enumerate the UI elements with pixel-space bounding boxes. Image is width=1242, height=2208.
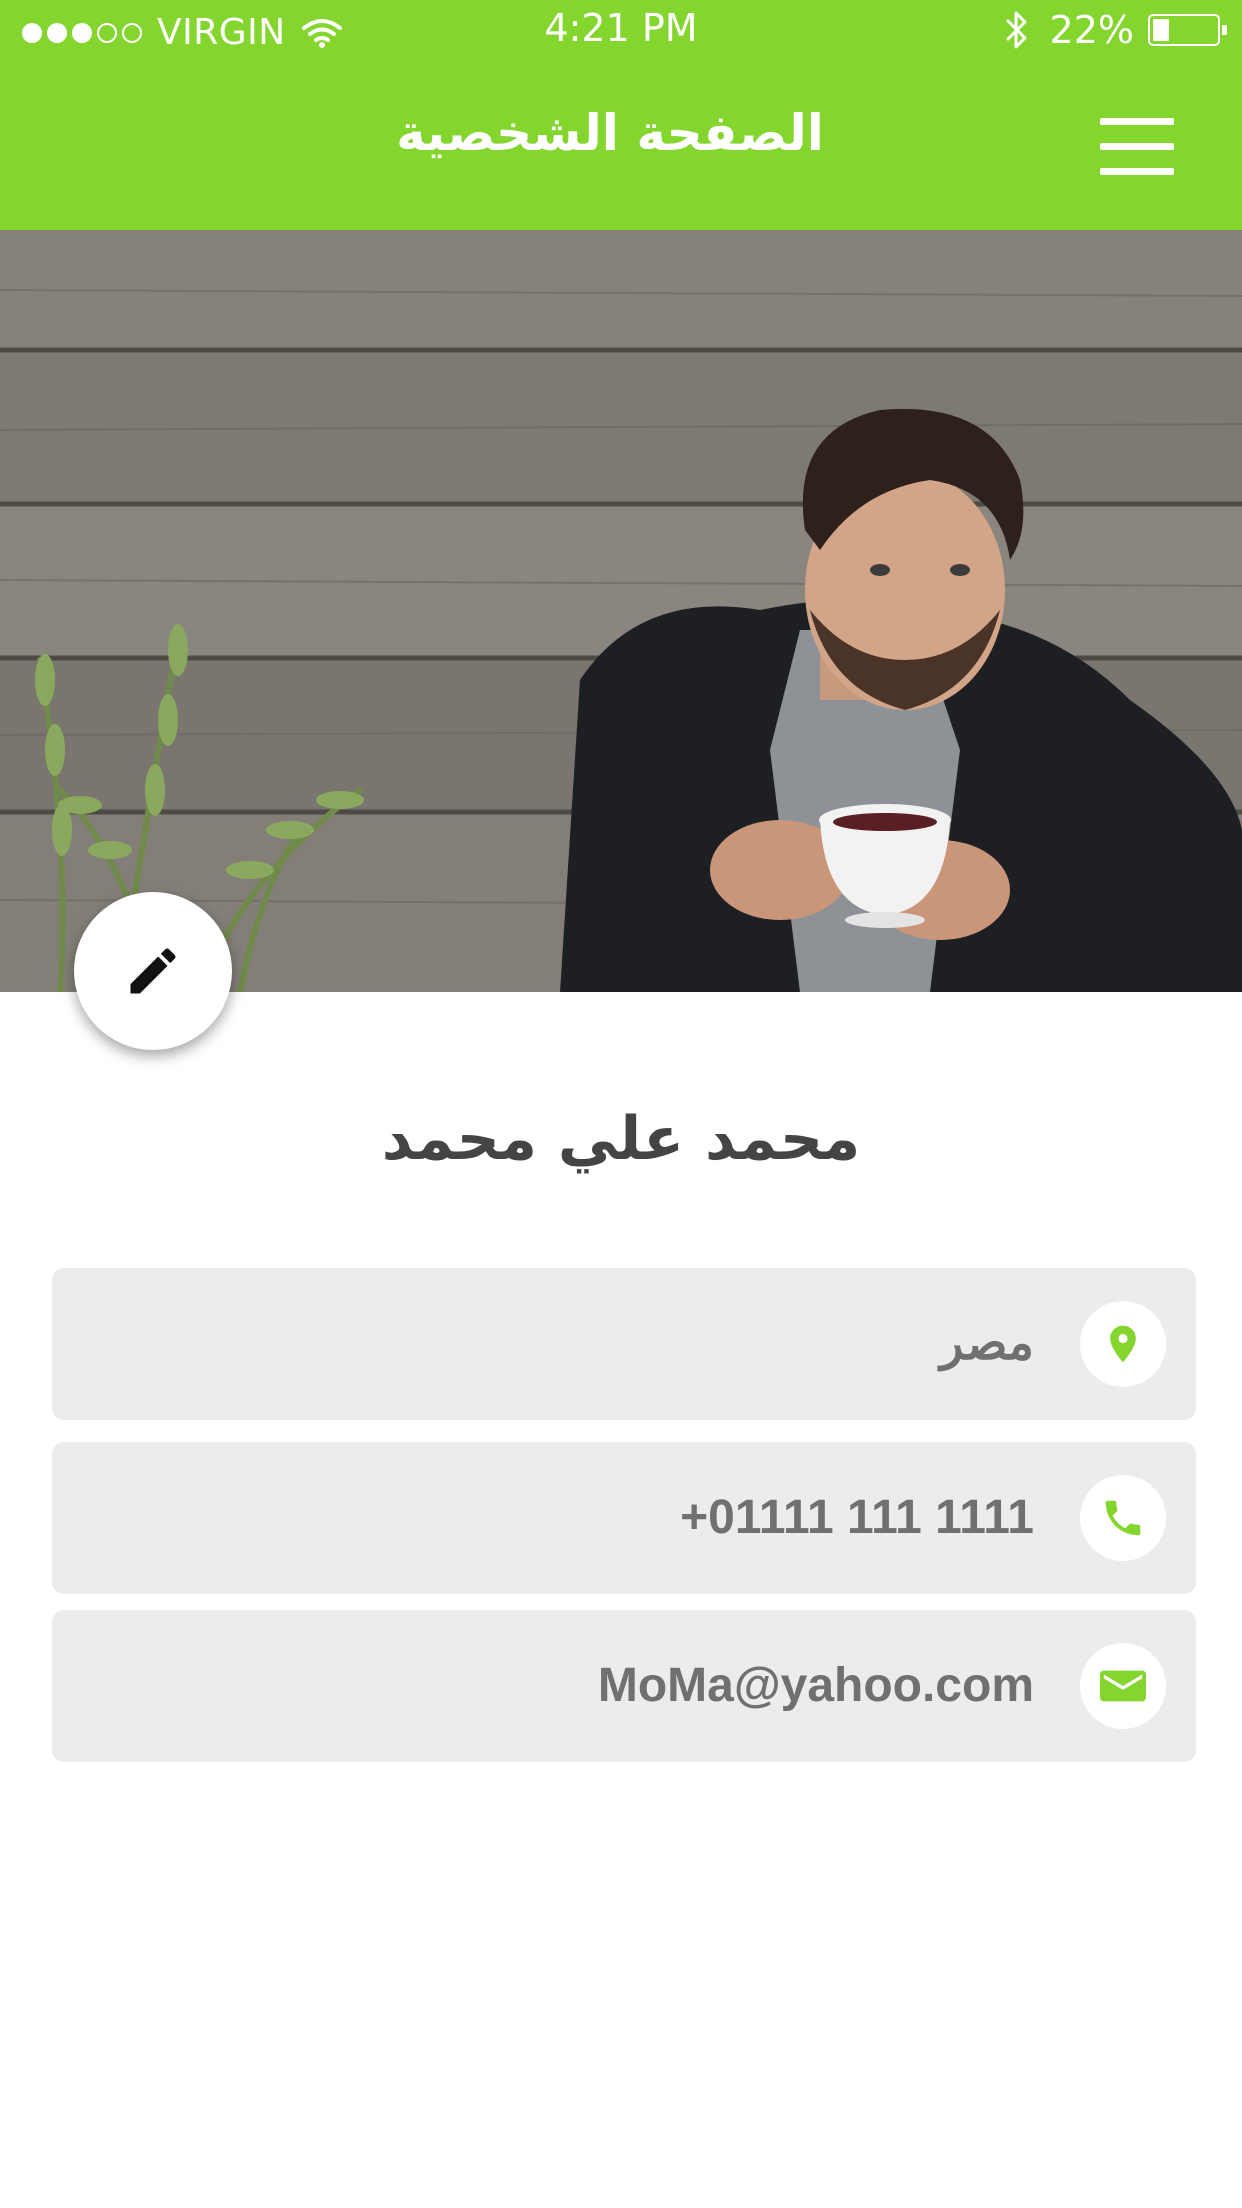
phone-icon	[1080, 1475, 1166, 1561]
email-icon	[1080, 1643, 1166, 1729]
pencil-icon	[130, 948, 176, 994]
phone-value: +01111 111 1111	[680, 1491, 1034, 1544]
profile-screen: VIRGIN 4:21 PM 22% الصفحة الشخصية محمد ع…	[0, 0, 1242, 2208]
battery-icon	[1148, 14, 1227, 46]
email-row: MoMa@yahoo.com	[52, 1610, 1196, 1762]
status-bar: VIRGIN 4:21 PM 22%	[0, 0, 1242, 60]
page-title: الصفحة الشخصية	[396, 104, 824, 162]
edit-profile-button[interactable]	[74, 892, 232, 1050]
status-right: 22%	[1004, 8, 1227, 52]
app-header: VIRGIN 4:21 PM 22% الصفحة الشخصية	[0, 0, 1242, 230]
location-row: مصر	[52, 1268, 1196, 1420]
profile-name: محمد علي محمد	[381, 1104, 861, 1174]
location-value: مصر	[940, 1317, 1034, 1370]
phone-row: +01111 111 1111	[52, 1442, 1196, 1594]
email-value: MoMa@yahoo.com	[597, 1659, 1034, 1712]
battery-percent: 22%	[1049, 8, 1134, 52]
bluetooth-icon	[1005, 11, 1027, 49]
hamburger-menu-icon[interactable]	[1100, 118, 1176, 176]
cover-photo	[0, 230, 1242, 992]
location-pin-icon	[1080, 1301, 1166, 1387]
